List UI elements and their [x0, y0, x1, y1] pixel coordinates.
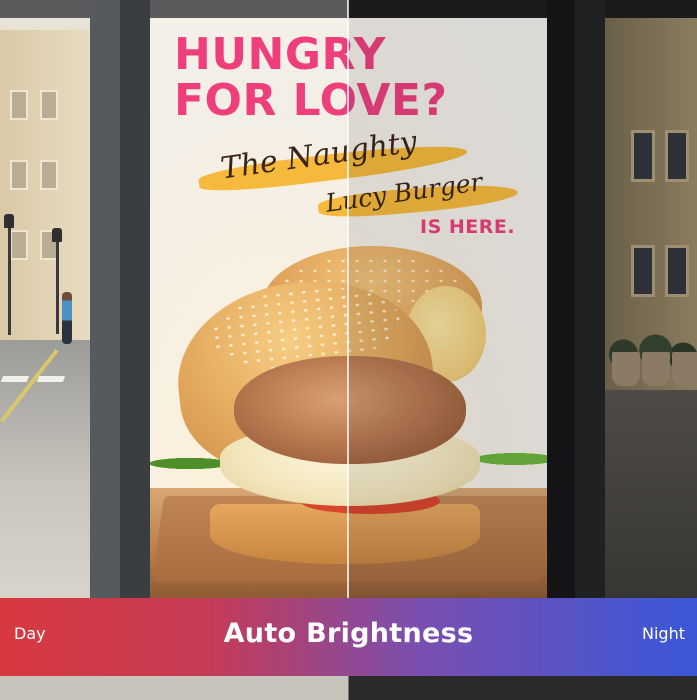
headline-line-1: HUNGRY — [174, 29, 386, 80]
street-lamp-post — [8, 225, 11, 335]
crosswalk-stripe — [36, 376, 66, 382]
day-building — [0, 30, 90, 340]
burger-patty — [234, 356, 466, 464]
shelter-post-right — [575, 0, 605, 700]
planter — [612, 352, 640, 386]
street-lamp-icon — [4, 214, 14, 228]
shelter-roof-day — [0, 0, 348, 18]
auto-brightness-title: Auto Brightness — [223, 618, 474, 649]
display-bezel-right — [547, 0, 575, 700]
night-label: Night — [642, 624, 685, 643]
display-bezel-left — [120, 0, 150, 700]
headline-line-2: FOR LOVE? — [174, 75, 448, 126]
planter — [672, 352, 697, 386]
bus-shelter-scene: HUNGRY FOR LOVE? The Naughty Lucy Burger… — [0, 0, 697, 700]
street-lamp-icon — [52, 228, 62, 242]
ground-strip — [0, 676, 697, 700]
day-night-divider — [347, 0, 349, 598]
poster-tagline: IS HERE. — [420, 216, 516, 238]
poster-headline: HUNGRY FOR LOVE? — [174, 32, 547, 124]
crosswalk-stripe — [0, 376, 30, 382]
street-lamp-post — [56, 238, 59, 334]
pedestrian — [62, 292, 72, 344]
shelter-roof-night — [348, 0, 697, 18]
planter — [642, 352, 670, 386]
shelter-post-left — [90, 0, 120, 700]
